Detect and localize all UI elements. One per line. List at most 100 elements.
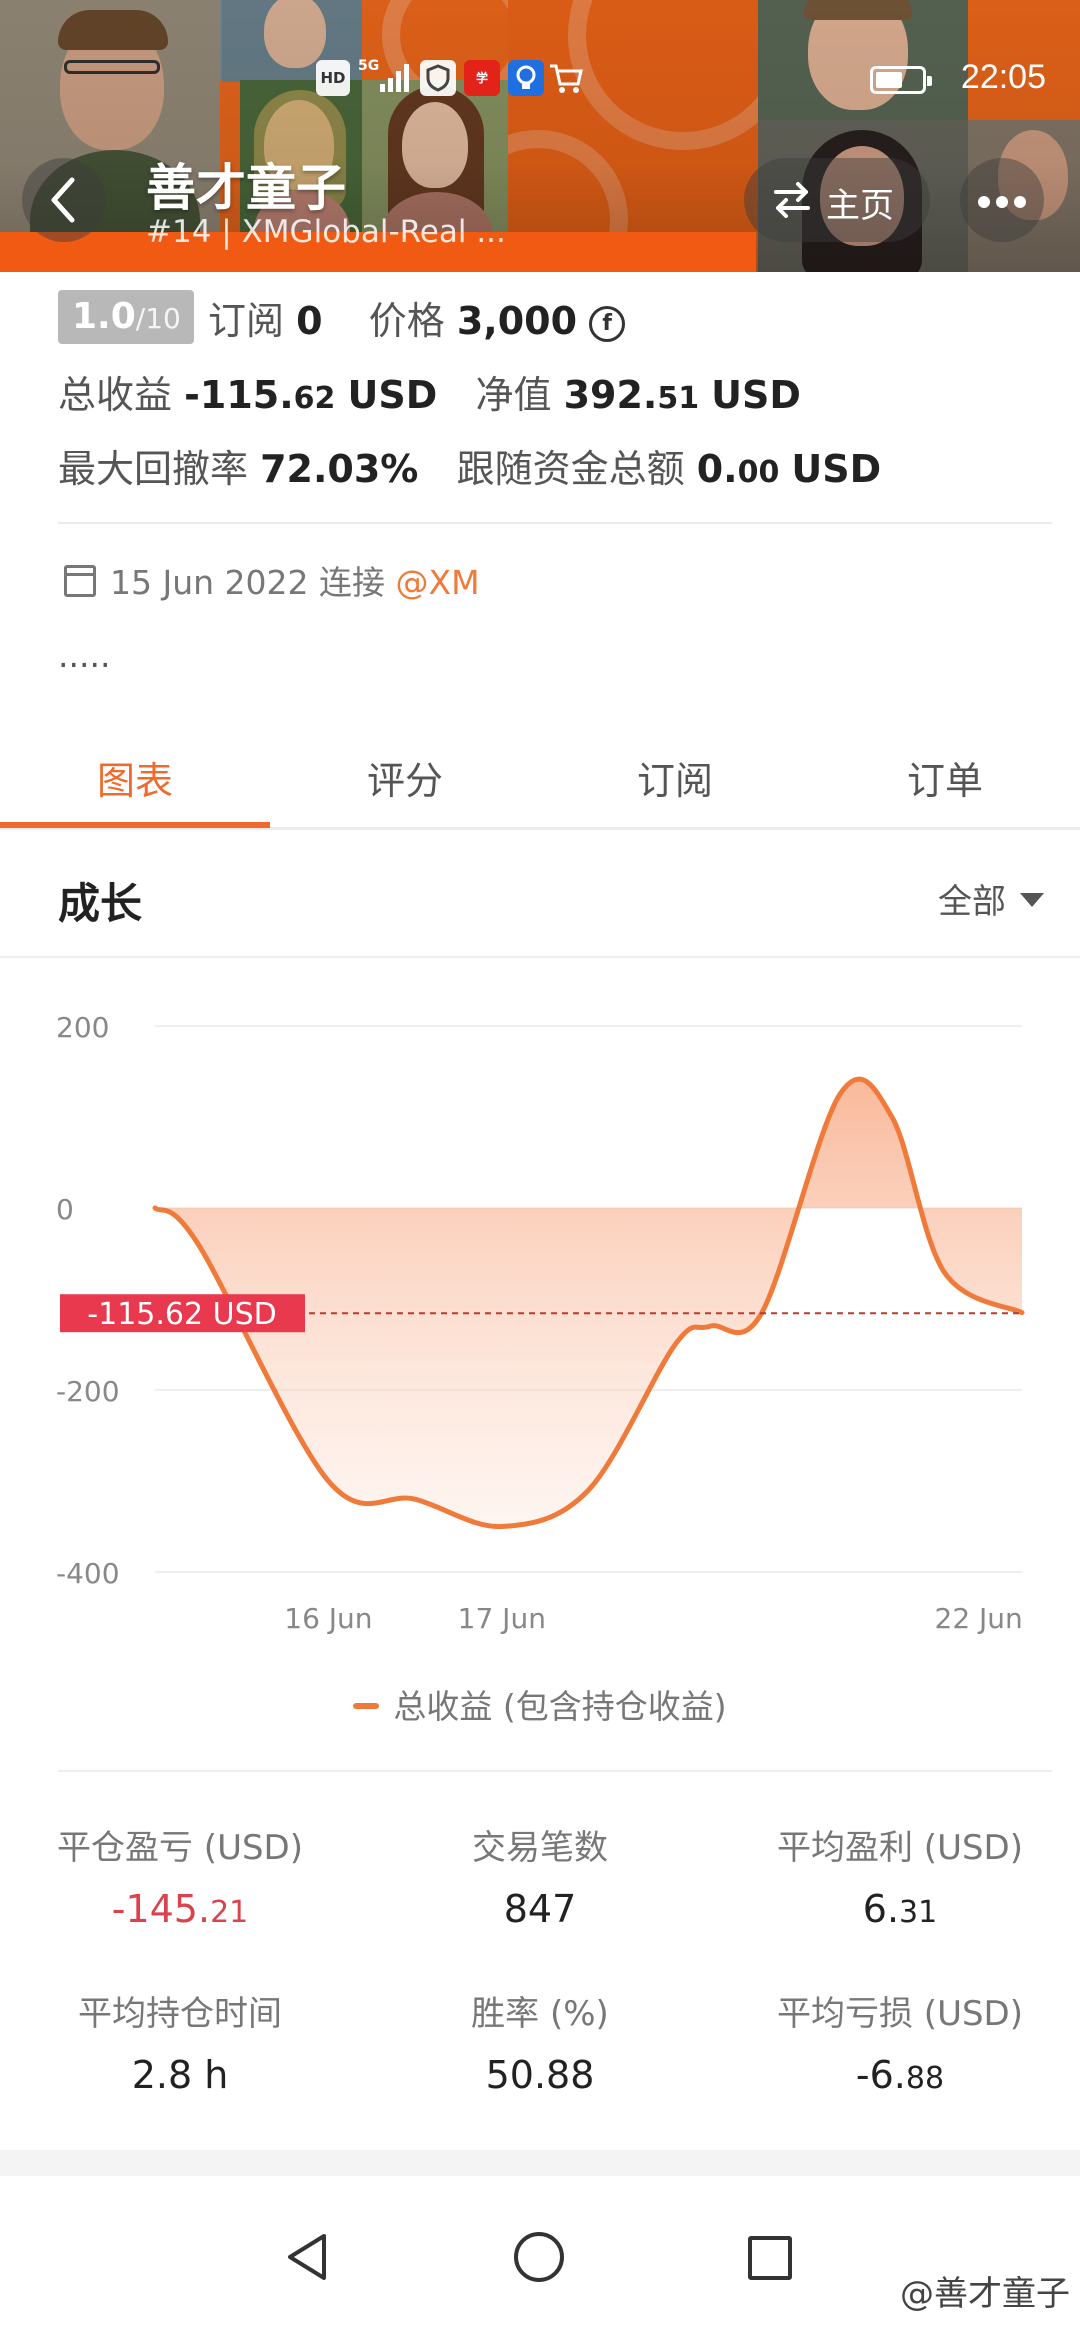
battery-icon [870, 66, 932, 94]
header-banner: HD 5G 学 22:05 善才童子 #14 | XMGlobal-Real .… [0, 0, 1080, 272]
stat-value-dec: 88 [905, 2061, 945, 2096]
stat-value: -145.21 [0, 1887, 360, 1931]
chevron-left-icon [51, 177, 75, 223]
status-time: 22:05 [960, 58, 1046, 96]
rating-denominator: /10 [135, 302, 181, 335]
divider [58, 1770, 1052, 1772]
swap-icon [774, 182, 810, 218]
stat-value: 847 [360, 1887, 720, 1931]
follow-funds-label: 跟随资金总额 [456, 447, 685, 491]
signal-icon [380, 62, 410, 92]
drawdown-follow-line: 最大回撤率 72.03% 跟随资金总额 0.00 USD [58, 438, 881, 493]
stat-value: 2.8 h [0, 2053, 360, 2097]
xuexi-app-icon: 学 [464, 60, 500, 96]
nav-recents-button[interactable] [748, 2236, 792, 2280]
stat-item: 平均亏损 (USD) -6.88 [720, 1986, 1080, 2097]
follow-funds-unit: USD [791, 447, 882, 491]
bottom-separator [0, 2150, 1080, 2176]
watermark: @善才童子 [900, 2274, 1070, 2314]
total-profit-label: 总收益 [58, 373, 173, 417]
account-subtitle: #14 | XMGlobal-Real ... [146, 214, 506, 250]
price-value: 3,000 [456, 299, 578, 343]
stat-value: 50.88 [360, 2053, 720, 2097]
stat-value-int: -145. [111, 1887, 211, 1931]
nav-home-button[interactable] [514, 2232, 564, 2282]
stat-label: 平均持仓时间 [78, 1994, 282, 2034]
shield-app-icon [420, 60, 456, 96]
tab-orders[interactable]: 订单 [810, 750, 1080, 805]
current-value-label: -115.62 USD [87, 1297, 276, 1332]
nav-back-button[interactable] [282, 2230, 332, 2288]
status-bar: HD 5G 学 22:05 [0, 52, 1080, 108]
y-tick-label: -400 [56, 1557, 120, 1590]
stat-label: 平均亏损 (USD) [777, 1994, 1023, 2034]
cart-app-icon [548, 62, 584, 100]
x-tick-label: 16 Jun [284, 1602, 372, 1635]
stat-label: 交易笔数 [472, 1828, 608, 1868]
tab-chart[interactable]: 图表 [0, 750, 270, 805]
y-tick-label: -200 [56, 1375, 120, 1408]
y-tick-label: 200 [56, 1011, 109, 1044]
connect-label: 连接 [319, 563, 386, 602]
rating-score: 1.0 [72, 296, 136, 337]
y-tick-label: 0 [56, 1193, 74, 1226]
more-dot [1014, 196, 1026, 208]
total-profit-unit: USD [347, 373, 438, 417]
hd-icon: HD [316, 60, 350, 96]
follow-funds-value: 0.00 [696, 447, 780, 491]
tab-indicator [0, 822, 270, 828]
range-dropdown[interactable]: 全部 [938, 874, 1044, 923]
tab-subscribe[interactable]: 订阅 [540, 750, 810, 805]
chart-legend: 总收益 (包含持仓收益) [0, 1680, 1080, 1728]
stat-item: 平均持仓时间 2.8 h [0, 1986, 360, 2097]
total-equity-line: 总收益 -115.62 USD 净值 392.51 USD [58, 364, 801, 419]
stat-label: 平仓盈亏 (USD) [57, 1828, 303, 1868]
stat-value-dec: 31 [899, 1895, 938, 1930]
growth-chart: 200 0 -200 -400 16 Jun 17 Jun 22 Jun -115.62 US… [0, 960, 1080, 1740]
home-button[interactable]: 主页 [744, 158, 930, 242]
subscribe-count: 0 [296, 299, 323, 343]
equity-value: 392.51 [563, 373, 700, 417]
connect-date: 15 Jun 2022 [110, 563, 309, 602]
connect-line: 15 Jun 2022 连接 @XM [64, 556, 480, 604]
stat-value-int: 847 [503, 1887, 577, 1931]
growth-chart-svg: 200 0 -200 -400 16 Jun 17 Jun 22 Jun -115.62 US… [56, 1011, 1025, 1635]
stat-value: -6.88 [720, 2053, 1080, 2097]
price-label: 价格 [368, 299, 445, 343]
divider [58, 522, 1052, 524]
stat-item: 平仓盈亏 (USD) -145.21 [0, 1820, 360, 1931]
x-tick-label: 17 Jun [458, 1602, 546, 1635]
coin-icon: f [589, 306, 626, 342]
legend-swatch [353, 1703, 380, 1709]
drawdown-value: 72.03% [260, 447, 419, 491]
broker-link[interactable]: @XM [396, 563, 480, 602]
page-title: 善才童子 [146, 159, 346, 217]
stat-item: 交易笔数 847 [360, 1820, 720, 1931]
stat-item: 平均盈利 (USD) 6.31 [720, 1820, 1080, 1931]
system-navbar: @善才童子 [0, 2176, 1080, 2340]
profile-description: ..... [58, 636, 111, 675]
growth-section-header: 成长 全部 [0, 848, 1080, 958]
more-dot [978, 196, 990, 208]
equity-unit: USD [711, 373, 801, 417]
home-button-label: 主页 [826, 186, 894, 226]
legend-label: 总收益 (包含持仓收益) [393, 1687, 727, 1726]
caret-down-icon [1020, 893, 1044, 907]
stat-value-int: 6. [862, 1887, 900, 1931]
tab-rating[interactable]: 评分 [270, 750, 540, 805]
stat-value: 6.31 [720, 1887, 1080, 1931]
stat-label: 平均盈利 (USD) [777, 1828, 1023, 1868]
total-profit-value: -115.62 [184, 373, 336, 417]
network-5g-icon: 5G [358, 58, 380, 74]
stat-item: 胜率 (%) 50.88 [360, 1986, 720, 2097]
rating-badge: 1.0/10 [58, 290, 194, 344]
more-dot [996, 196, 1008, 208]
tab-bar: 图表 评分 订阅 订单 [0, 730, 1080, 830]
calendar-icon [64, 565, 96, 597]
stat-label: 胜率 (%) [471, 1994, 609, 2034]
stat-value-int: 50.88 [485, 2053, 595, 2097]
section-title: 成长 [58, 879, 143, 928]
range-dropdown-label: 全部 [938, 882, 1006, 922]
back-button[interactable] [22, 158, 106, 242]
more-button[interactable] [960, 158, 1044, 242]
